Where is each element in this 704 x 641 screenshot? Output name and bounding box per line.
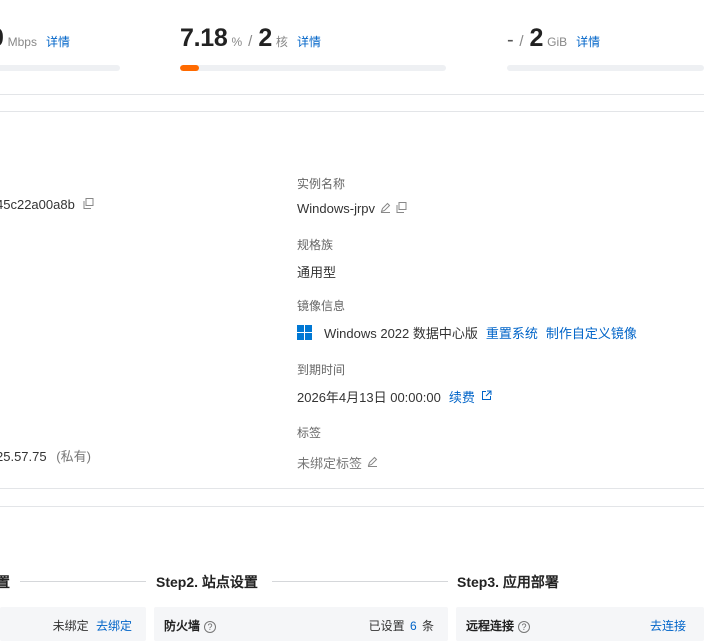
cpu-detail-link[interactable]: 详情 [297,33,321,50]
divider [0,488,704,489]
step-connector [272,581,448,582]
firewall-rule-count[interactable]: 6 [410,619,417,633]
expire-time-value: 2026年4月13日 00:00:00 [297,390,441,405]
memory-detail-link[interactable]: 详情 [576,33,600,50]
bandwidth-value: 0 [0,24,4,53]
cpu-cores-unit: 核 [275,35,288,49]
remote-connect-card: 远程连接? 去连接 [456,607,704,641]
step1-title: 置 [0,574,10,590]
edit-icon[interactable] [367,456,378,470]
image-info-field: 镜像信息 Windows 2022 数据中心版 重置系统 制作自定义镜像 [297,297,637,342]
divider [0,94,704,95]
external-link-icon[interactable] [481,390,492,404]
bandwidth-progress [0,65,120,71]
cpu-unit: % [231,35,243,49]
help-icon[interactable]: ? [518,621,531,633]
remote-connect-label: 远程连接 [466,619,515,633]
bandwidth-detail-link[interactable]: 详情 [46,33,70,50]
windows-logo-icon [297,325,312,340]
memory-progress [507,65,704,71]
divider [0,506,704,507]
firewall-status-suffix: 条 [421,619,434,633]
memory-used: - [507,29,514,51]
copy-icon[interactable] [396,201,407,216]
cpu-metric: 7.18 % / 2 核 详情 [180,24,446,74]
instance-name-value: Windows-jrpv [297,201,376,216]
copy-icon[interactable] [83,198,94,212]
bandwidth-metric: 0 Mbps 详情 [0,24,120,74]
instance-family-field: 规格族 通用型 [297,236,336,281]
image-info-value: Windows 2022 数据中心版 [324,326,478,341]
bind-link[interactable]: 去绑定 [96,619,132,633]
image-info-label: 镜像信息 [297,299,346,313]
tags-field: 标签 未绑定标签 [297,424,378,472]
domain-binding-card: 未绑定 去绑定 [0,607,146,641]
firewall-card: 防火墙? 已设置 6 条 [154,607,448,641]
remote-connect-link[interactable]: 去连接 [650,619,686,633]
private-ip-text: 25.57.75 [0,449,47,464]
cpu-cores: 2 [258,24,272,52]
instance-name-field: 实例名称 Windows-jrpv [297,175,407,216]
expire-time-label: 到期时间 [297,363,346,377]
domain-binding-status: 未绑定 [52,619,89,633]
create-custom-image-link[interactable]: 制作自定义镜像 [546,323,637,342]
memory-total: 2 [529,24,544,52]
edit-icon[interactable] [380,202,391,216]
step2-title: Step2. 站点设置 [156,574,258,590]
cpu-separator: / [248,33,253,50]
step-connector [20,581,146,582]
instance-id: 45c22a00a8b [0,197,94,212]
cpu-progress-fill [180,65,200,71]
memory-unit: GiB [547,35,568,49]
firewall-status-prefix: 已设置 [368,619,405,633]
cpu-value: 7.18 [180,24,228,52]
instance-name-label: 实例名称 [297,177,346,191]
cpu-progress [180,65,446,71]
memory-metric: - / 2 GiB 详情 [507,24,704,74]
tags-label: 标签 [297,426,322,440]
divider [0,111,704,112]
instance-family-label: 规格族 [297,238,334,252]
instance-id-text: 45c22a00a8b [0,197,75,212]
instance-family-value: 通用型 [297,265,337,280]
step3-title: Step3. 应用部署 [457,574,559,590]
help-icon[interactable]: ? [204,621,217,633]
private-ip: 25.57.75 (私有) [0,446,91,465]
firewall-label: 防火墙 [164,619,201,633]
renew-link[interactable]: 续费 [449,387,475,406]
bandwidth-unit: Mbps [7,35,37,49]
expire-time-field: 到期时间 2026年4月13日 00:00:00 续费 [297,361,492,406]
memory-separator: / [519,33,524,50]
private-ip-note: (私有) [56,449,91,464]
reset-system-link[interactable]: 重置系统 [486,323,538,342]
tags-value: 未绑定标签 [297,456,363,471]
